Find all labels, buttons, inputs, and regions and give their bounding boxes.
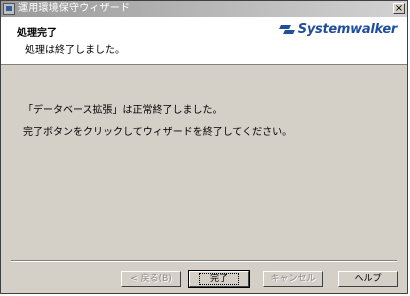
finish-button-label: 完了: [198, 273, 239, 285]
wizard-header: 処理完了 処理は終了しました。 Systemwalker: [1, 17, 407, 65]
cancel-button[interactable]: キャンセル: [263, 271, 323, 287]
result-message: 「データベース拡張」は正常終了しました。: [23, 105, 223, 116]
page-subtitle: 処理は終了しました。: [25, 45, 125, 56]
wizard-body: 「データベース拡張」は正常終了しました。 完了ボタンをクリックしてウィザードを終…: [1, 65, 407, 259]
wizard-window: 運用環境保守ウィザード × 処理完了 処理は終了しました。 Systemwalk…: [0, 0, 408, 294]
title-bar: 運用環境保守ウィザード ×: [1, 1, 407, 17]
logo-text: Systemwalker: [297, 22, 398, 37]
finish-button[interactable]: 完了: [188, 270, 250, 288]
systemwalker-logo: Systemwalker: [280, 22, 398, 37]
button-separator: [11, 260, 397, 262]
window-title: 運用環境保守ウィザード: [18, 3, 131, 14]
close-icon[interactable]: ×: [393, 3, 405, 14]
app-window-icon: [3, 3, 15, 15]
instruction-message: 完了ボタンをクリックしてウィザードを終了してください。: [23, 127, 293, 138]
page-title: 処理完了: [17, 28, 57, 39]
back-button[interactable]: < 戻る(B): [121, 271, 181, 287]
help-button[interactable]: ヘルプ: [338, 271, 398, 287]
systemwalker-logo-icon: [280, 24, 296, 35]
